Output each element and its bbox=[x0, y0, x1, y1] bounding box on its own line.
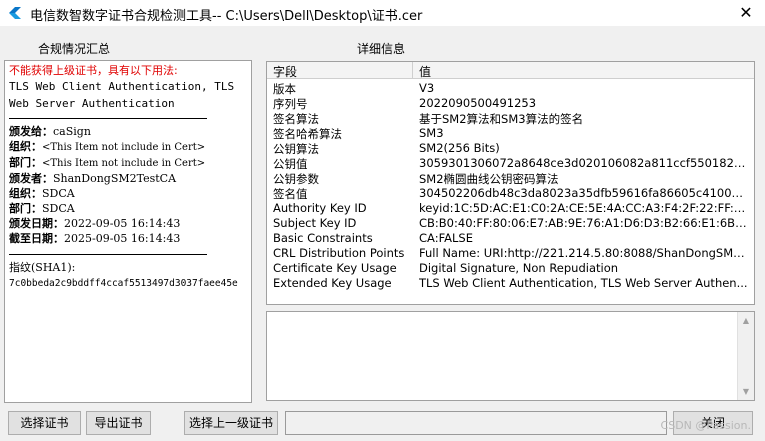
details-row-field: 序列号 bbox=[273, 97, 308, 111]
fingerprint-label: 指纹(SHA1): bbox=[9, 261, 76, 274]
details-row[interactable]: Subject Key ID CB:B0:40:FF:80:06:E7:AB:9E… bbox=[267, 216, 754, 231]
details-row-value: CB:B0:40:FF:80:06:E7:AB:9E:76:A1:D6:D3:B… bbox=[419, 216, 749, 230]
details-row-value: V3 bbox=[419, 81, 435, 95]
details-row[interactable]: 签名值 304502206db48c3da8023a35dfb59616fa866… bbox=[267, 186, 754, 201]
subject-org-row: 组织：<This Item not include in Cert> bbox=[9, 140, 206, 153]
details-row[interactable]: 序列号 2022090500491253 bbox=[267, 96, 754, 111]
details-row-value: Full Name: URI:http://221.214.5.80:8088/… bbox=[419, 246, 749, 260]
issue-date-row: 颁发日期：2022-09-05 16:14:43 bbox=[9, 217, 181, 230]
details-row[interactable]: 公钥值 3059301306072a8648ce3d020106082a811cc… bbox=[267, 156, 754, 171]
select-parent-cert-button[interactable]: 选择上一级证书 bbox=[184, 411, 278, 435]
details-row-field: Extended Key Usage bbox=[273, 276, 392, 290]
column-header-field[interactable]: 字段 bbox=[273, 63, 297, 80]
details-heading: 详细信息 bbox=[357, 42, 406, 56]
details-list[interactable]: 字段 值 版本 V3 序列号 2022090500491253 签名算法 基于SM2算法和… bbox=[266, 61, 755, 305]
select-cert-button[interactable]: 选择证书 bbox=[8, 411, 81, 435]
details-row-field: Subject Key ID bbox=[273, 216, 357, 230]
window-close-icon[interactable]: ✕ bbox=[735, 3, 757, 23]
column-header-value[interactable]: 值 bbox=[419, 63, 431, 80]
details-row-value: 2022090500491253 bbox=[419, 96, 537, 110]
details-row-value: keyid:1C:5D:AC:E1:C0:2A:CE:5E:4A:CC:A3:F… bbox=[419, 201, 749, 215]
export-cert-button[interactable]: 导出证书 bbox=[86, 411, 151, 435]
details-row-value: SM2(256 Bits) bbox=[419, 141, 500, 155]
divider bbox=[9, 118, 207, 119]
divider bbox=[9, 254, 207, 255]
details-row-value: TLS Web Client Authentication, TLS Web S… bbox=[419, 276, 748, 290]
details-row-field: 签名算法 bbox=[273, 112, 319, 126]
details-row-field: 版本 bbox=[273, 82, 296, 96]
details-row-value: Digital Signature, Non Repudiation bbox=[419, 261, 619, 275]
extension-detail-text[interactable]: ▲ ▼ bbox=[266, 311, 755, 401]
details-row-field: Basic Constraints bbox=[273, 231, 373, 245]
usage-line-1: TLS Web Client Authentication, TLS bbox=[9, 80, 235, 93]
details-row-value: SM2椭圆曲线公钥密码算法 bbox=[419, 172, 559, 186]
details-row-field: 公钥值 bbox=[273, 157, 308, 171]
column-separator[interactable] bbox=[412, 62, 413, 79]
status-field bbox=[285, 411, 667, 435]
usage-line-2: Web Server Authentication bbox=[9, 97, 175, 110]
details-row-field: 公钥算法 bbox=[273, 142, 319, 156]
details-row-value: 3059301306072a8648ce3d020106082a811ccf55… bbox=[419, 156, 749, 170]
details-row[interactable]: Extended Key Usage TLS Web Client Authent… bbox=[267, 276, 754, 291]
details-row-field: CRL Distribution Points bbox=[273, 246, 405, 260]
details-row[interactable]: Basic Constraints CA:FALSE bbox=[267, 231, 754, 246]
summary-heading: 合规情况汇总 bbox=[38, 42, 111, 56]
details-row-field: Certificate Key Usage bbox=[273, 261, 397, 275]
scroll-up-icon[interactable]: ▲ bbox=[738, 312, 754, 329]
details-row[interactable]: 签名哈希算法 SM3 bbox=[267, 126, 754, 141]
details-row-value: 基于SM2算法和SM3算法的签名 bbox=[419, 112, 584, 126]
title-bar: 电信数智数字证书合规检测工具-- C:\Users\Dell\Desktop\证… bbox=[0, 0, 765, 26]
expire-date-row: 截至日期：2025-09-05 16:14:43 bbox=[9, 232, 181, 245]
window-title: 电信数智数字证书合规检测工具-- C:\Users\Dell\Desktop\证… bbox=[30, 9, 423, 24]
issuer-dept-row: 部门：SDCA bbox=[9, 202, 75, 215]
details-row[interactable]: 签名算法 基于SM2算法和SM3算法的签名 bbox=[267, 111, 754, 126]
details-row-field: Authority Key ID bbox=[273, 201, 367, 215]
no-parent-warning: 不能获得上级证书，具有以下用法: bbox=[9, 64, 178, 77]
details-row[interactable]: Authority Key ID keyid:1C:5D:AC:E1:C0:2A:… bbox=[267, 201, 754, 216]
details-row-value: 304502206db48c3da8023a35dfb59616fa86605c… bbox=[419, 186, 749, 200]
details-row-field: 签名值 bbox=[273, 187, 308, 201]
fingerprint-value: 7c0bbeda2c9bddff4ccaf5513497d3037faee45e bbox=[9, 278, 238, 289]
details-row[interactable]: 版本 V3 bbox=[267, 81, 754, 96]
details-row[interactable]: CRL Distribution Points Full Name: URI:ht… bbox=[267, 246, 754, 261]
details-row-value: CA:FALSE bbox=[419, 231, 473, 245]
details-row[interactable]: 公钥算法 SM2(256 Bits) bbox=[267, 141, 754, 156]
details-header: 字段 值 bbox=[267, 62, 754, 79]
details-row[interactable]: 公钥参数 SM2椭圆曲线公钥密码算法 bbox=[267, 171, 754, 186]
issued-to-row: 颁发给：caSign bbox=[9, 125, 91, 138]
scroll-down-icon[interactable]: ▼ bbox=[738, 383, 754, 400]
details-row-field: 公钥参数 bbox=[273, 172, 319, 186]
app-icon bbox=[9, 7, 21, 19]
issuer-row: 颁发者：ShanDongSM2TestCA bbox=[9, 172, 177, 185]
subject-dept-row: 部门：<This Item not include in Cert> bbox=[9, 156, 206, 169]
issuer-org-row: 组织：SDCA bbox=[9, 187, 75, 200]
vertical-scrollbar[interactable]: ▲ ▼ bbox=[737, 312, 754, 400]
summary-panel[interactable]: 不能获得上级证书，具有以下用法: TLS Web Client Authenti… bbox=[4, 60, 252, 403]
watermark-text: CSDN @Passion. bbox=[660, 419, 751, 432]
details-row-value: SM3 bbox=[419, 126, 444, 140]
details-row[interactable]: Certificate Key Usage Digital Signature, … bbox=[267, 261, 754, 276]
details-row-field: 签名哈希算法 bbox=[273, 127, 342, 141]
